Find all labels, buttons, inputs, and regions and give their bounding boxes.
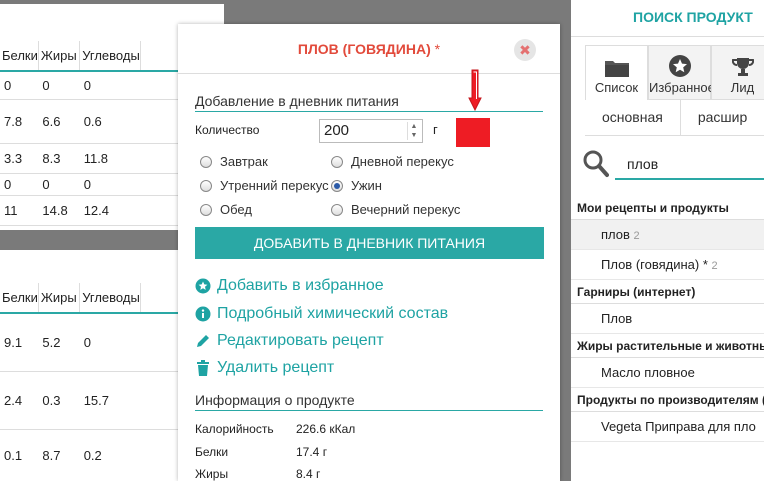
add-to-diary-button[interactable]: ДОБАВИТЬ В ДНЕВНИК ПИТАНИЯ bbox=[195, 227, 544, 259]
tab-leaders[interactable]: Лид bbox=[711, 45, 764, 100]
list-item[interactable]: плов 2 bbox=[571, 220, 764, 250]
tab-favorites[interactable]: Избранное bbox=[648, 45, 715, 100]
radio-dinner[interactable]: Ужин bbox=[331, 178, 382, 193]
col-header-protein: Белки bbox=[0, 283, 39, 314]
group-title: Гарниры (интернет) bbox=[571, 280, 764, 304]
panel-title: ПОИСК ПРОДУКТ bbox=[571, 0, 764, 37]
list-item[interactable]: Плов (говядина) * 2 bbox=[571, 250, 764, 280]
tab-basic[interactable]: основная bbox=[585, 100, 681, 135]
quantity-stepper[interactable]: 200 ▲ ▼ bbox=[319, 119, 423, 143]
radio-morning-snack[interactable]: Утренний перекус bbox=[200, 178, 329, 193]
quantity-label: Количество bbox=[195, 123, 260, 137]
edit-recipe-link[interactable]: Редактировать рецепт bbox=[195, 330, 384, 352]
dialog-title: ПЛОВ (ГОВЯДИНА) * ✖ bbox=[178, 24, 560, 74]
group-title: Мои рецепты и продукты bbox=[571, 196, 764, 220]
search-icon bbox=[583, 150, 609, 177]
radio-lunch[interactable]: Обед bbox=[200, 202, 252, 217]
meal-options: Завтрак Дневной перекус Утренний перекус… bbox=[200, 154, 540, 224]
star-icon bbox=[649, 46, 710, 78]
col-header-protein: Белки bbox=[0, 41, 39, 72]
add-to-favorites-link[interactable]: Добавить в избранное bbox=[195, 275, 384, 297]
list-item[interactable]: Плов bbox=[571, 304, 764, 334]
section-add-to-diary: Добавление в дневник питания bbox=[195, 92, 543, 112]
chemical-composition-link[interactable]: Подробный химический состав bbox=[195, 303, 448, 325]
panel-tabs: Список Избранное Лид bbox=[585, 45, 764, 100]
pencil-icon bbox=[195, 333, 211, 349]
trophy-icon bbox=[712, 46, 764, 78]
group-title: Продукты по производителям (т bbox=[571, 388, 764, 412]
col-header-carbs: Углеводы bbox=[79, 283, 141, 314]
quantity-unit: г bbox=[433, 122, 438, 137]
list-item[interactable]: Vegeta Приправа для пло bbox=[571, 412, 764, 442]
info-icon bbox=[195, 306, 211, 322]
product-dialog: ПЛОВ (ГОВЯДИНА) * ✖ Добавление в дневник… bbox=[178, 24, 560, 481]
section-product-info: Информация о продукте bbox=[195, 391, 543, 411]
group-title: Жиры растительные и животные bbox=[571, 334, 764, 358]
delete-recipe-link[interactable]: Удалить рецепт bbox=[195, 357, 334, 379]
radio-afternoon-snack[interactable]: Дневной перекус bbox=[331, 154, 454, 169]
product-search-panel: ПОИСК ПРОДУКТ Список Избранное Лид основ… bbox=[571, 0, 764, 481]
tab-list[interactable]: Список bbox=[585, 45, 648, 100]
quantity-row: Количество 200 ▲ ▼ г bbox=[195, 119, 495, 143]
col-header-fat: Жиры bbox=[37, 41, 80, 72]
radio-breakfast[interactable]: Завтрак bbox=[200, 154, 268, 169]
search-results: Мои рецепты и продукты плов 2 Плов (говя… bbox=[571, 196, 764, 442]
col-header-fat: Жиры bbox=[37, 283, 80, 314]
list-item[interactable]: Масло пловное bbox=[571, 358, 764, 388]
radio-evening-snack[interactable]: Вечерний перекус bbox=[331, 202, 460, 217]
trash-icon bbox=[195, 360, 211, 376]
folder-icon bbox=[586, 46, 647, 78]
tab-advanced[interactable]: расшир bbox=[681, 100, 764, 135]
search-input[interactable] bbox=[615, 150, 764, 180]
star-circle-icon bbox=[195, 278, 211, 294]
spinner-icon[interactable]: ▲ ▼ bbox=[407, 122, 420, 140]
search-box bbox=[583, 150, 764, 180]
highlight-marker bbox=[456, 118, 490, 147]
search-mode-tabs: основная расшир bbox=[585, 100, 764, 136]
col-header-carbs: Углеводы bbox=[79, 41, 141, 72]
close-icon[interactable]: ✖ bbox=[514, 39, 536, 61]
